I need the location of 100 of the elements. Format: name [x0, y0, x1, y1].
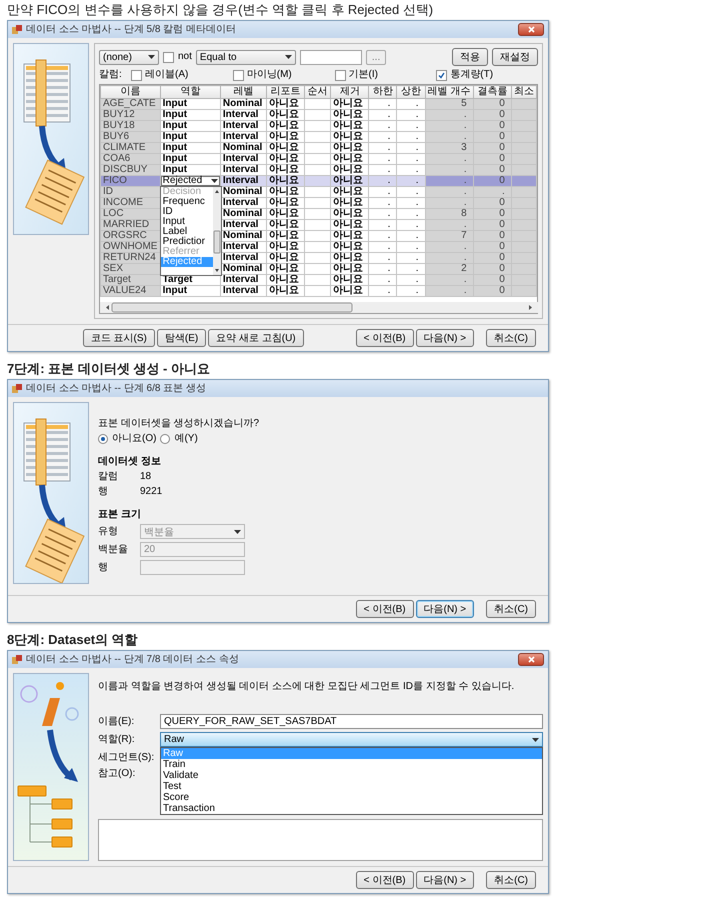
- column-header[interactable]: 이름: [100, 86, 160, 98]
- menu-item[interactable]: Label: [160, 227, 213, 237]
- column-header[interactable]: 최소: [511, 86, 536, 98]
- caret-icon: [284, 55, 292, 59]
- field-label: 참고(O):: [98, 768, 136, 780]
- checkbox-label: not: [178, 51, 192, 63]
- checkbox[interactable]: [131, 70, 142, 80]
- column-header[interactable]: 상한: [396, 86, 426, 98]
- field-label: 역할(R):: [98, 734, 136, 746]
- role-select[interactable]: Rejected: [160, 176, 220, 186]
- column-header[interactable]: 제거: [330, 86, 369, 98]
- table-cell: 아니요: [266, 274, 305, 286]
- page-heading: 만약 FICO의 변수를 사용하지 않을 경우(변수 역할 클릭 후 Rejected 선택): [7, 2, 434, 18]
- dialog-button[interactable]: < 이전(B): [356, 600, 414, 618]
- list-item[interactable]: Train: [161, 759, 542, 770]
- dialog-button[interactable]: 취소(C): [486, 600, 536, 618]
- notes-field[interactable]: [98, 819, 543, 861]
- app-icon: [12, 24, 22, 34]
- dialog-button[interactable]: 탐색(E): [156, 329, 206, 347]
- menu-item[interactable]: Input: [160, 217, 213, 227]
- close-icon: [528, 26, 534, 33]
- dialog-button[interactable]: 다음(N) >: [416, 329, 474, 347]
- close-button[interactable]: [518, 653, 544, 666]
- filter-button[interactable]: 재설정: [492, 48, 538, 66]
- table-cell: Nominal: [220, 142, 267, 154]
- checkbox[interactable]: [232, 70, 244, 80]
- list-item[interactable]: Test: [161, 781, 542, 792]
- checkbox[interactable]: [436, 70, 448, 80]
- column-header[interactable]: 순서: [304, 86, 331, 98]
- dialog-button[interactable]: 요약 새로 고침(U): [208, 329, 304, 347]
- dialog-button[interactable]: 다음(N) >: [416, 600, 474, 618]
- dialog-button[interactable]: < 이전(B): [356, 329, 414, 347]
- column-header[interactable]: 레벨 개수: [425, 86, 474, 98]
- table-cell: COA6: [100, 154, 160, 164]
- radio-button[interactable]: [160, 434, 170, 444]
- list-item[interactable]: Transaction: [161, 803, 542, 814]
- table-cell: LOC: [100, 208, 160, 220]
- dialog-button[interactable]: 취소(C): [486, 871, 536, 889]
- window-title: 데이터 소스 마법사 -- 단계 5/8 칼럼 메타데이터: [26, 24, 236, 36]
- dialog-button[interactable]: < 이전(B): [356, 871, 414, 889]
- checkbox-label: 통계량(T): [450, 69, 494, 81]
- radio-button[interactable]: [98, 434, 108, 444]
- table-cell: 아니요: [266, 286, 305, 296]
- info-value: 9221: [140, 486, 164, 498]
- page-heading: 8단계: Dataset의 역할: [7, 632, 138, 648]
- table-cell: 아니요: [266, 120, 305, 132]
- column-select[interactable]: (none): [99, 50, 159, 64]
- table-cell: 아니요: [266, 220, 305, 230]
- list-item[interactable]: Validate: [161, 770, 542, 781]
- menu-item[interactable]: Predictior: [160, 237, 213, 247]
- table-cell: 아니요: [266, 186, 305, 198]
- dialog-button[interactable]: 코드 표시(S): [82, 329, 155, 347]
- window-title: 데이터 소스 마법사 -- 단계 7/8 데이터 소스 속성: [26, 654, 239, 666]
- dialog-button[interactable]: 취소(C): [486, 329, 536, 347]
- table-cell: MARRIED: [100, 220, 160, 230]
- table-cell: FICO: [100, 176, 160, 186]
- radio-label: 예(Y): [174, 433, 198, 445]
- column-header[interactable]: 역할: [160, 86, 220, 98]
- menu-scrollbar[interactable]: [212, 187, 221, 275]
- filter-value-field[interactable]: [300, 50, 362, 64]
- table-cell: 아니요: [330, 110, 369, 120]
- filter-button[interactable]: 적용: [452, 48, 488, 66]
- table-cell: BUY18: [100, 120, 160, 132]
- question-text: 표본 데이터셋을 생성하시겠습니까?: [98, 418, 260, 430]
- browse-button[interactable]: ...: [366, 50, 386, 64]
- horizontal-scrollbar[interactable]: [100, 302, 538, 313]
- table-cell: SEX: [100, 264, 160, 274]
- caret-icon: [234, 530, 241, 534]
- close-icon: [528, 656, 534, 663]
- field-label: 이름(E):: [98, 716, 136, 728]
- checkbox[interactable]: [334, 70, 346, 80]
- checkbox[interactable]: [163, 52, 174, 62]
- role-select[interactable]: Raw: [160, 732, 543, 747]
- table-cell: 아니요: [330, 198, 369, 208]
- caret-icon: [210, 179, 218, 183]
- table-cell: 아니요: [330, 220, 369, 230]
- input-field[interactable]: QUERY_FOR_RAW_SET_SAS7BDAT: [160, 714, 543, 729]
- table-cell: 아니요: [330, 286, 369, 296]
- column-header[interactable]: 하한: [368, 86, 397, 98]
- table-cell: 아니요: [330, 120, 369, 132]
- column-header[interactable]: 리포트: [266, 86, 305, 98]
- table-cell: 아니요: [266, 110, 305, 120]
- table-cell: 아니요: [266, 264, 305, 274]
- table-cell: 아니요: [330, 242, 369, 252]
- list-item[interactable]: Score: [161, 792, 542, 803]
- info-label: 칼럼: [98, 471, 119, 483]
- info-value: 18: [140, 471, 152, 483]
- table-cell: 아니요: [330, 142, 369, 154]
- column-header[interactable]: 레벨: [220, 86, 267, 98]
- table-cell: RETURN24: [100, 252, 160, 264]
- close-button[interactable]: [518, 23, 544, 36]
- dialog-button[interactable]: 다음(N) >: [416, 871, 474, 889]
- columns-label: 칼럼:: [99, 69, 123, 81]
- caret-icon: [148, 55, 155, 59]
- operator-select[interactable]: Equal to: [196, 50, 296, 64]
- table-cell: 아니요: [330, 208, 369, 220]
- field-label: 세그먼트(S):: [98, 752, 156, 764]
- column-header[interactable]: 결측률: [473, 86, 512, 98]
- table-cell: DISCBUY: [100, 164, 160, 176]
- table-cell: 아니요: [266, 198, 305, 208]
